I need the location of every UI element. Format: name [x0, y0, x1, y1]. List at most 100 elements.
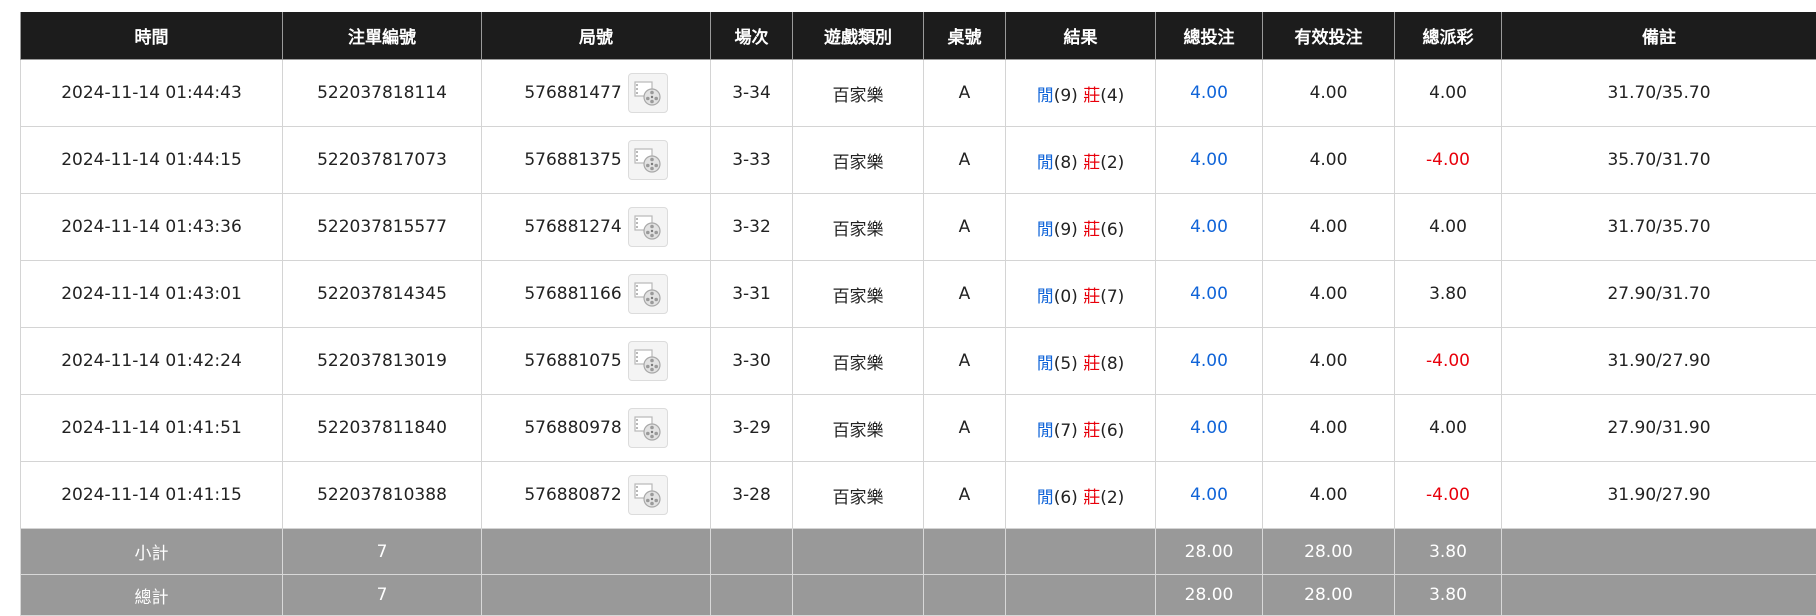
cell-bet-id: 522037818114	[283, 60, 482, 127]
cell-game-type: 百家樂	[793, 395, 924, 462]
col-header-result: 結果	[1006, 12, 1156, 60]
cell-payout: 3.80	[1395, 261, 1502, 328]
player-label: 閒	[1037, 488, 1054, 508]
banker-score: (7)	[1100, 287, 1124, 307]
cell-game-type: 百家樂	[793, 60, 924, 127]
cell-payout: -4.00	[1395, 462, 1502, 529]
player-label: 閒	[1037, 421, 1054, 441]
film-reel-icon	[629, 280, 667, 308]
replay-button[interactable]	[628, 341, 668, 381]
cell-round-id: 576880978	[482, 395, 711, 462]
grand-total-total-bet: 28.00	[1156, 575, 1263, 616]
banker-label: 莊	[1083, 488, 1100, 508]
cell-session: 3-31	[711, 261, 793, 328]
grand-total-valid-bet: 28.00	[1263, 575, 1395, 616]
cell-result: 閒(8) 莊(2)	[1006, 127, 1156, 194]
cell-total-bet: 4.00	[1156, 395, 1263, 462]
round-id-text: 576881075	[524, 351, 621, 371]
cell-game-type: 百家樂	[793, 261, 924, 328]
cell-total-bet: 4.00	[1156, 127, 1263, 194]
cell-total-bet: 4.00	[1156, 261, 1263, 328]
cell-result: 閒(9) 莊(4)	[1006, 60, 1156, 127]
film-reel-icon	[629, 414, 667, 442]
replay-button[interactable]	[628, 140, 668, 180]
cell-table-no: A	[924, 462, 1006, 529]
cell-total-bet: 4.00	[1156, 462, 1263, 529]
col-header-note: 備註	[1502, 12, 1816, 60]
cell-round-id: 576880872	[482, 462, 711, 529]
cell-time: 2024-11-14 01:44:43	[21, 60, 283, 127]
cell-valid-bet: 4.00	[1263, 261, 1395, 328]
cell-result: 閒(7) 莊(6)	[1006, 395, 1156, 462]
cell-bet-id: 522037817073	[283, 127, 482, 194]
cell-session: 3-34	[711, 60, 793, 127]
cell-note: 31.70/35.70	[1502, 194, 1816, 261]
replay-button[interactable]	[628, 207, 668, 247]
cell-game-type: 百家樂	[793, 194, 924, 261]
cell-table-no: A	[924, 194, 1006, 261]
replay-button[interactable]	[628, 408, 668, 448]
cell-valid-bet: 4.00	[1263, 60, 1395, 127]
player-label: 閒	[1037, 86, 1054, 106]
bet-history-table: 時間 注單編號 局號 場次 遊戲類別 桌號 結果 總投注 有效投注 總派彩 備註…	[20, 12, 1816, 616]
col-header-valid-bet: 有效投注	[1263, 12, 1395, 60]
cell-note: 31.70/35.70	[1502, 60, 1816, 127]
film-reel-icon	[629, 481, 667, 509]
table-body: 2024-11-14 01:44:43522037818114 576881477…	[21, 60, 1816, 529]
subtotal-count: 7	[283, 529, 482, 575]
cell-total-bet: 4.00	[1156, 194, 1263, 261]
col-header-total-bet: 總投注	[1156, 12, 1263, 60]
subtotal-valid-bet: 28.00	[1263, 529, 1395, 575]
replay-button[interactable]	[628, 274, 668, 314]
film-reel-icon	[629, 79, 667, 107]
replay-button[interactable]	[628, 73, 668, 113]
cell-note: 35.70/31.70	[1502, 127, 1816, 194]
cell-session: 3-33	[711, 127, 793, 194]
cell-time: 2024-11-14 01:43:36	[21, 194, 283, 261]
banker-label: 莊	[1083, 220, 1100, 240]
cell-time: 2024-11-14 01:42:24	[21, 328, 283, 395]
banker-score: (2)	[1100, 488, 1124, 508]
replay-button[interactable]	[628, 475, 668, 515]
player-score: (9)	[1054, 86, 1078, 106]
banker-label: 莊	[1083, 86, 1100, 106]
table-row: 2024-11-14 01:44:43522037818114 576881477…	[21, 60, 1816, 127]
banker-score: (8)	[1100, 354, 1124, 374]
cell-bet-id: 522037815577	[283, 194, 482, 261]
cell-note: 27.90/31.90	[1502, 395, 1816, 462]
subtotal-payout: 3.80	[1395, 529, 1502, 575]
round-id-text: 576880872	[524, 485, 621, 505]
cell-payout: -4.00	[1395, 328, 1502, 395]
subtotal-label: 小計	[21, 529, 283, 575]
round-id-text: 576881274	[524, 217, 621, 237]
table-row: 2024-11-14 01:41:51522037811840576880978…	[21, 395, 1816, 462]
player-score: (8)	[1054, 153, 1078, 173]
col-header-table-no: 桌號	[924, 12, 1006, 60]
round-id-text: 576881477	[524, 83, 621, 103]
player-score: (0)	[1054, 287, 1078, 307]
cell-session: 3-32	[711, 194, 793, 261]
player-score: (6)	[1054, 488, 1078, 508]
cell-result: 閒(6) 莊(2)	[1006, 462, 1156, 529]
banker-label: 莊	[1083, 153, 1100, 173]
cell-valid-bet: 4.00	[1263, 462, 1395, 529]
cell-payout: 4.00	[1395, 60, 1502, 127]
cell-bet-id: 522037810388	[283, 462, 482, 529]
table-row: 2024-11-14 01:44:15522037817073 576881375…	[21, 127, 1816, 194]
subtotal-total-bet: 28.00	[1156, 529, 1263, 575]
table-row: 2024-11-14 01:43:36522037815577 576881274…	[21, 194, 1816, 261]
banker-label: 莊	[1083, 287, 1100, 307]
header-row: 時間 注單編號 局號 場次 遊戲類別 桌號 結果 總投注 有效投注 總派彩 備註	[21, 12, 1816, 60]
subtotal-row: 小計 7 28.00 28.00 3.80	[21, 529, 1816, 575]
banker-score: (2)	[1100, 153, 1124, 173]
round-id-text: 576881375	[524, 150, 621, 170]
round-id-text: 576880978	[524, 418, 621, 438]
cell-round-id: 576881166	[482, 261, 711, 328]
table-row: 2024-11-14 01:43:01522037814345576881166…	[21, 261, 1816, 328]
player-score: (7)	[1054, 421, 1078, 441]
cell-table-no: A	[924, 127, 1006, 194]
cell-valid-bet: 4.00	[1263, 328, 1395, 395]
grand-total-payout: 3.80	[1395, 575, 1502, 616]
cell-time: 2024-11-14 01:44:15	[21, 127, 283, 194]
film-reel-icon	[629, 146, 667, 174]
